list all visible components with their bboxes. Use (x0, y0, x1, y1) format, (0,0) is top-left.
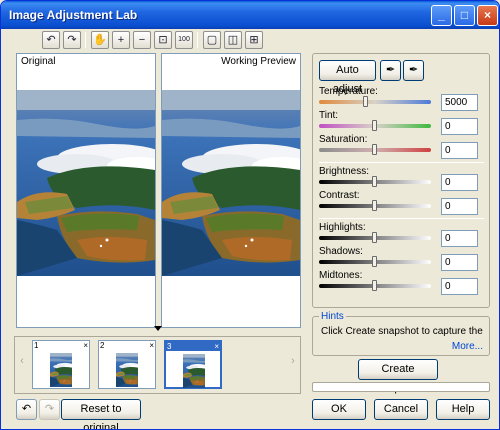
toolbar-separator (85, 32, 86, 48)
shadows-field[interactable]: 0 (441, 254, 478, 271)
highlights-label: Highlights: (319, 222, 366, 233)
working-preview-pane[interactable]: Working Preview (161, 53, 301, 328)
snapshot-image (50, 353, 72, 387)
undo-icon[interactable]: ↶ (16, 399, 37, 420)
adjustments-panel: Auto adjust ✒ ✒ Temperature: 5000 Tint: … (312, 53, 490, 308)
progress-bar (312, 382, 490, 392)
contrast-slider-thumb[interactable] (372, 200, 377, 211)
collapse-arrow-icon[interactable] (154, 326, 162, 331)
snapshot-thumbnail[interactable]: 2 × (98, 340, 156, 389)
snapshot-close-icon[interactable]: × (83, 341, 88, 350)
split-view-icon[interactable]: ◫ (224, 31, 242, 49)
title-bar[interactable]: Image Adjustment Lab _ □ × (1, 1, 499, 29)
snapshot-strip: ‹ 1 × 2 × 3 × › (14, 336, 301, 394)
saturation-slider-thumb[interactable] (372, 144, 377, 155)
contrast-label: Contrast: (319, 190, 360, 201)
snapshot-image (116, 353, 138, 387)
snapshot-close-icon[interactable]: × (149, 341, 154, 350)
snapshot-number: 3 (166, 342, 220, 351)
dialog-body: ↶ ↷ ✋ + − ⊡ 100 ▢ ◫ ⊞ Original Working P… (4, 29, 498, 429)
snapshot-number: 2 (100, 341, 105, 350)
maximize-button[interactable]: □ (454, 5, 475, 26)
snapshot-thumbnail[interactable]: 1 × (32, 340, 90, 389)
pan-hand-icon[interactable]: ✋ (91, 31, 109, 49)
contrast-field[interactable]: 0 (441, 198, 478, 215)
midtones-field[interactable]: 0 (441, 278, 478, 295)
image-adjustment-window: Image Adjustment Lab _ □ × ↶ ↷ ✋ + − ⊡ 1… (0, 0, 500, 430)
hints-more-link[interactable]: More... (452, 341, 483, 352)
rotate-right-icon[interactable]: ↷ (63, 31, 81, 49)
working-preview-label: Working Preview (221, 56, 296, 67)
midtones-label: Midtones: (319, 270, 363, 281)
ok-button[interactable]: OK (312, 399, 366, 420)
help-button[interactable]: Help (436, 399, 490, 420)
zoom-100-icon[interactable]: 100 (175, 31, 193, 49)
brightness-field[interactable]: 0 (441, 174, 478, 191)
section-divider (319, 162, 484, 163)
original-label: Original (21, 56, 56, 67)
saturation-label: Saturation: (319, 134, 368, 145)
temperature-label: Temperature: (319, 86, 378, 97)
highlights-slider-thumb[interactable] (372, 232, 377, 243)
eyedropper-white-icon[interactable]: ✒ (380, 60, 401, 81)
redo-icon[interactable]: ↷ (39, 399, 60, 420)
shadows-slider-thumb[interactable] (372, 256, 377, 267)
original-preview-pane[interactable]: Original (16, 53, 156, 328)
auto-adjust-button[interactable]: Auto adjust (319, 60, 376, 95)
tint-field[interactable]: 0 (441, 118, 478, 135)
temperature-slider[interactable] (319, 100, 431, 104)
brightness-slider-thumb[interactable] (372, 176, 377, 187)
temperature-field[interactable]: 5000 (441, 94, 478, 111)
single-view-icon[interactable]: ▢ (203, 31, 221, 49)
minimize-button[interactable]: _ (431, 5, 452, 26)
tint-slider-thumb[interactable] (372, 120, 377, 131)
create-snapshot-button[interactable]: Create Snapshot (358, 359, 438, 394)
original-image (17, 90, 155, 276)
reset-to-original-button[interactable]: Reset to original (61, 399, 141, 429)
scroll-right-icon[interactable]: › (288, 355, 298, 369)
shadows-label: Shadows: (319, 246, 363, 257)
tint-label: Tint: (319, 110, 339, 121)
view-toolbar: ↶ ↷ ✋ + − ⊡ 100 ▢ ◫ ⊞ (4, 29, 304, 53)
rotate-left-icon[interactable]: ↶ (42, 31, 60, 49)
hints-title: Hints (319, 311, 346, 322)
saturation-field[interactable]: 0 (441, 142, 478, 159)
snapshot-close-icon[interactable]: × (214, 342, 219, 351)
eyedropper-black-icon[interactable]: ✒ (403, 60, 424, 81)
toolbar-separator (197, 32, 198, 48)
close-button[interactable]: × (477, 5, 498, 26)
working-preview-image (162, 90, 300, 276)
midtones-slider-thumb[interactable] (372, 280, 377, 291)
hints-text: Click Create snapshot to capture the (321, 326, 483, 337)
window-title: Image Adjustment Lab (9, 8, 138, 22)
snapshot-image (183, 354, 205, 388)
snapshot-number: 1 (34, 341, 39, 350)
brightness-label: Brightness: (319, 166, 370, 177)
scroll-left-icon[interactable]: ‹ (17, 355, 27, 369)
compare-view-icon[interactable]: ⊞ (245, 31, 263, 49)
cancel-button[interactable]: Cancel (374, 399, 428, 420)
snapshot-thumbnail-selected[interactable]: 3 × (164, 340, 222, 389)
section-divider (319, 218, 484, 219)
zoom-out-icon[interactable]: − (133, 31, 151, 49)
zoom-fit-icon[interactable]: ⊡ (154, 31, 172, 49)
highlights-field[interactable]: 0 (441, 230, 478, 247)
zoom-in-icon[interactable]: + (112, 31, 130, 49)
hints-group: Hints Click Create snapshot to capture t… (312, 311, 490, 356)
temperature-slider-thumb[interactable] (363, 96, 369, 107)
